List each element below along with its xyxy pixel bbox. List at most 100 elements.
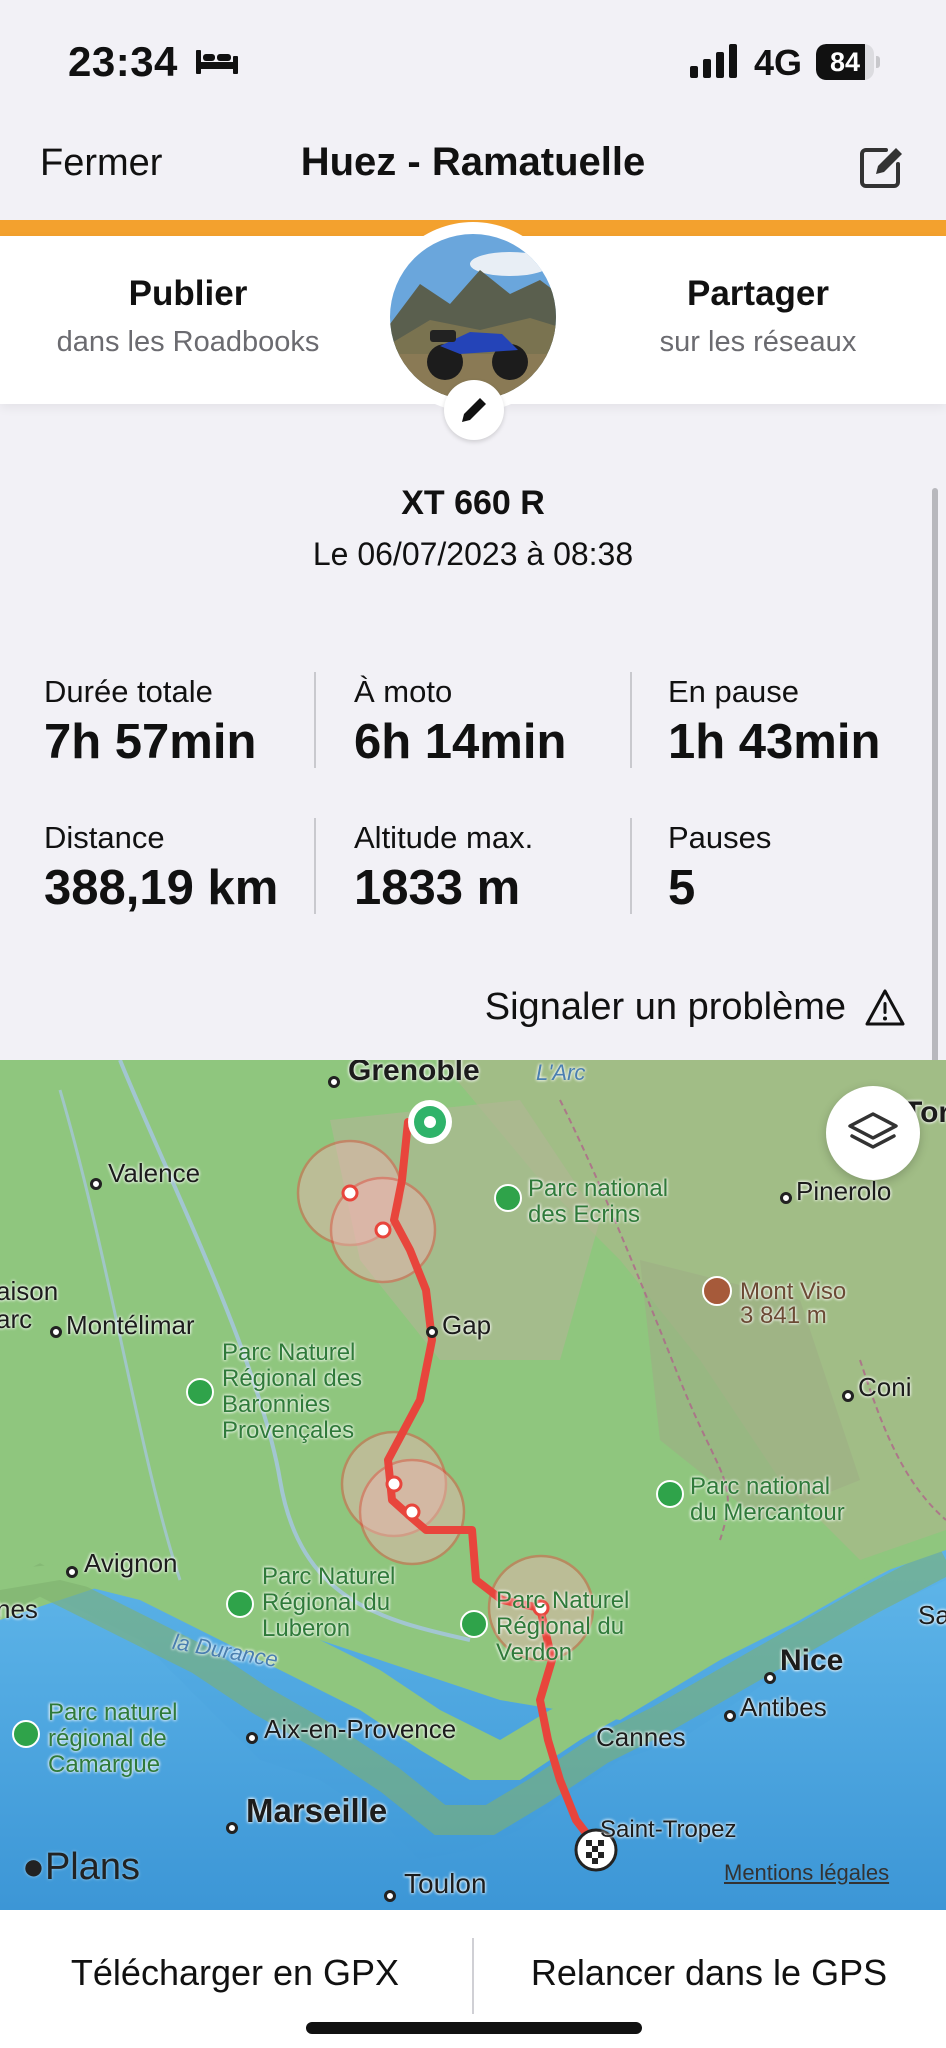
apple-logo-icon: ● (22, 1846, 45, 1888)
city-dot (90, 1178, 102, 1190)
share-title: Partager (686, 274, 830, 313)
edge-label: Sa (918, 1600, 946, 1630)
status-bar: 23:34 4G 84 (0, 0, 946, 120)
stat-label: À moto (354, 674, 453, 709)
bed-icon (196, 50, 238, 74)
river-label: L'Arc (536, 1060, 586, 1085)
city-dot (780, 1192, 792, 1204)
stat-value: 6h 14min (354, 715, 567, 769)
park-label: Parc naturel régional de Camargue (48, 1699, 178, 1778)
stat-label: Pauses (668, 820, 772, 855)
report-problem-button[interactable]: Signaler un problème (485, 986, 906, 1029)
city-dot (384, 1890, 396, 1902)
stat-label: En pause (668, 674, 799, 709)
park-label: Parc national des Ecrins (528, 1175, 669, 1228)
park-label: Parc national du Mercantour (690, 1473, 845, 1526)
edit-photo-button[interactable] (444, 380, 504, 440)
city-label: Aix-en-Provence (264, 1714, 457, 1744)
stat-total-duration: Durée totale 7h 57min (44, 674, 334, 770)
stat-label: Altitude max. (354, 820, 534, 855)
maps-attribution: ●Plans (22, 1846, 140, 1889)
stat-divider (314, 818, 316, 914)
pencil-icon (462, 398, 486, 422)
city-dot (226, 1822, 238, 1834)
stat-value: 388,19 km (44, 861, 279, 915)
park-icon (12, 1720, 40, 1748)
park-icon (494, 1184, 522, 1212)
city-dot (50, 1326, 62, 1338)
city-label: Nice (780, 1644, 844, 1677)
edit-icon[interactable] (856, 142, 906, 192)
city-dot (842, 1390, 854, 1402)
park-label: Parc Naturel Régional du Luberon (262, 1563, 396, 1642)
stat-value: 1h 43min (668, 715, 881, 769)
park-label: Parc Naturel Régional des Baronnies Prov… (222, 1339, 363, 1444)
download-gpx-button[interactable]: Télécharger en GPX (0, 1952, 470, 1994)
edge-label: aison (0, 1276, 59, 1306)
stat-max-altitude: Altitude max. 1833 m (354, 820, 644, 916)
city-label: Coni (858, 1372, 912, 1402)
park-icon (226, 1590, 254, 1618)
mountain-label: Mont Viso 3 841 m (740, 1278, 847, 1329)
stat-label: Distance (44, 820, 165, 855)
warning-icon (865, 989, 905, 1025)
city-dot (764, 1672, 776, 1684)
share-subtitle: sur les réseaux (659, 326, 857, 358)
battery-icon: 84 (816, 44, 880, 80)
stat-riding-time: À moto 6h 14min (354, 674, 644, 770)
city-label: Montélimar (66, 1310, 195, 1340)
city-label: Marseille (246, 1792, 388, 1829)
trip-date: Le 06/07/2023 à 08:38 (312, 536, 634, 572)
stat-distance: Distance 388,19 km (44, 820, 334, 916)
legal-notice-link[interactable]: Mentions légales (724, 1860, 889, 1886)
stat-value: 5 (668, 861, 696, 915)
park-icon (460, 1610, 488, 1638)
publish-title: Publier (128, 274, 248, 313)
city-label: Cannes (596, 1722, 686, 1752)
city-dot (66, 1566, 78, 1578)
trip-photo-image (390, 234, 556, 400)
park-label: Parc Naturel Régional du Verdon (496, 1587, 630, 1666)
status-time: 23:34 (68, 38, 178, 85)
stat-pauses: Pauses 5 (668, 820, 946, 916)
page-title: Huez - Ramatuelle (300, 140, 646, 184)
city-dot (426, 1326, 438, 1338)
layers-icon (848, 1112, 898, 1149)
city-label: Grenoble (348, 1060, 480, 1087)
city-label: Gap (442, 1310, 492, 1340)
signal-icon (690, 44, 737, 78)
stat-value: 1833 m (354, 861, 521, 915)
city-label: Saint-Tropez (600, 1816, 737, 1843)
report-label: Signaler un problème (484, 986, 846, 1028)
action-bar: Télécharger en GPX Relancer dans le GPS (0, 1910, 946, 2048)
edge-label: arc (0, 1304, 33, 1334)
city-dot (328, 1076, 340, 1088)
city-label: Antibes (740, 1692, 827, 1722)
route-map[interactable]: Grenoble L'Arc Valence Gap Montélimar Av… (0, 1060, 946, 1910)
city-label: Avignon (84, 1548, 178, 1578)
stat-value: 7h 57min (44, 715, 257, 769)
stat-paused-time: En pause 1h 43min (668, 674, 946, 770)
battery-level: 84 (829, 47, 861, 77)
publish-button[interactable]: Publier dans les Roadbooks (8, 274, 368, 359)
park-icon (186, 1378, 214, 1406)
stat-divider (630, 672, 632, 768)
city-dot (246, 1732, 258, 1744)
restart-gps-button[interactable]: Relancer dans le GPS (474, 1952, 944, 1994)
city-label: Toulon (404, 1868, 487, 1899)
network-label: 4G (754, 42, 803, 83)
stat-divider (314, 672, 316, 768)
city-dot (724, 1710, 736, 1722)
edge-label: nes (0, 1594, 38, 1624)
map-layers-button[interactable] (826, 1086, 920, 1180)
stat-divider (630, 818, 632, 914)
attribution-label: Plans (44, 1846, 141, 1888)
park-icon (656, 1480, 684, 1508)
publish-subtitle: dans les Roadbooks (56, 326, 320, 358)
city-label: Pinerolo (796, 1176, 892, 1206)
home-indicator (306, 2022, 642, 2034)
bike-name: XT 660 R (401, 484, 545, 522)
stat-label: Durée totale (44, 674, 213, 709)
mountain-icon (702, 1276, 732, 1306)
share-button[interactable]: Partager sur les réseaux (578, 274, 938, 359)
